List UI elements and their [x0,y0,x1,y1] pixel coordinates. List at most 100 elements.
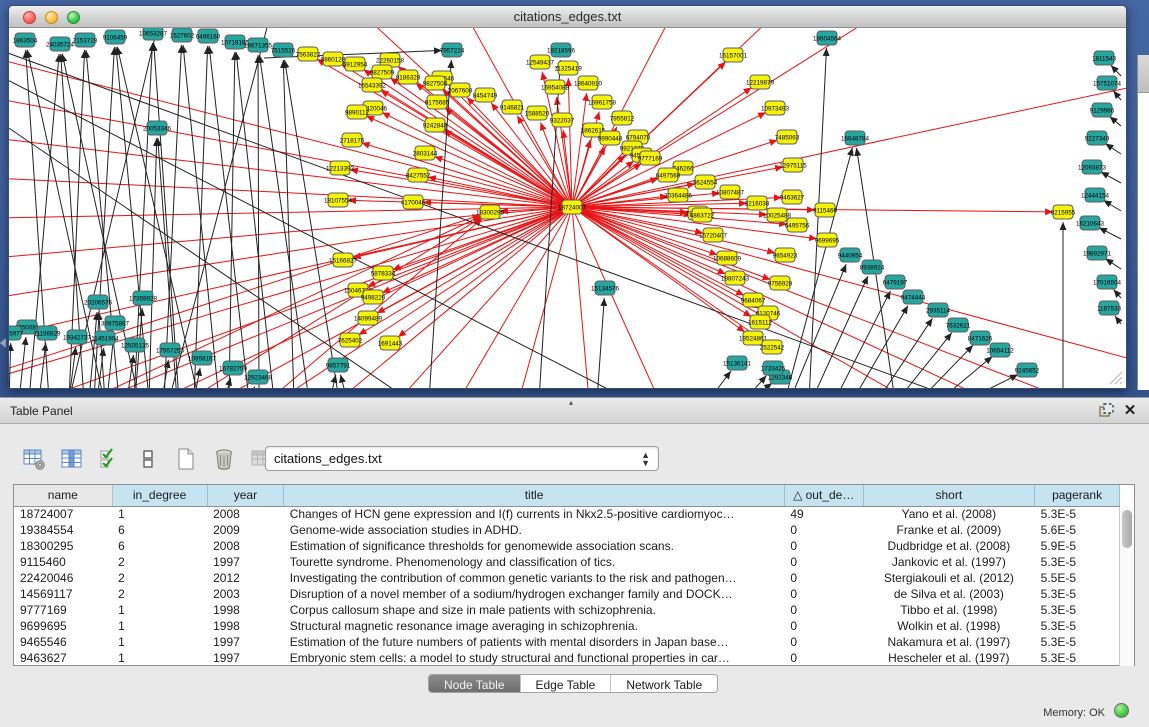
table-cell-short[interactable]: Franke et al. (2009) [863,522,1035,538]
graph-node[interactable]: 1527602 [170,28,195,42]
table-cell-in_degree[interactable]: 2 [112,570,207,586]
table-cell-pagerank[interactable]: 5.3E-5 [1035,506,1120,522]
table-cell-title[interactable]: Corpus callosum shape and size in male p… [284,602,785,618]
graph-node[interactable]: 16210643 [1076,216,1105,230]
table-selector-dropdown[interactable]: citations_edges.txt ▲▼ [265,446,659,471]
graph-node[interactable]: 14099489 [354,311,383,325]
table-cell-name[interactable]: 18300295 [14,538,112,554]
table-cell-year[interactable]: 1998 [207,618,284,634]
table-cell-in_degree[interactable]: 2 [112,586,207,602]
table-cell-pagerank[interactable]: 5.9E-5 [1035,538,1120,554]
table-cell-short[interactable]: Jankovic et al. (1997) [863,554,1035,570]
table-cell-year[interactable]: 2012 [207,570,284,586]
graph-node[interactable]: 10807487 [716,185,745,199]
graph-node[interactable]: 4170046 [401,195,426,209]
table-cell-out_degree[interactable]: 0 [784,650,863,666]
graph-node[interactable]: 9175685 [425,95,450,109]
table-cell-short[interactable]: Stergiakouli et al. (2012) [863,570,1035,586]
graph-node[interactable]: 8216038 [745,196,770,210]
graph-node[interactable]: 7563822 [296,47,321,61]
table-cell-title[interactable]: Tourette syndrome. Phenomenology and cla… [284,554,785,570]
column-header-in_degree[interactable]: in_degree [112,485,207,506]
graph-node[interactable]: 20053346 [143,121,172,135]
graph-node[interactable]: 1733426 [761,361,786,375]
graph-node[interactable]: 9756928 [768,276,793,290]
graph-node[interactable]: 7515526 [271,43,296,57]
column-header-year[interactable]: year [207,485,284,506]
table-cell-pagerank[interactable]: 5.3E-5 [1035,634,1120,650]
graph-node[interactable]: 2803144 [413,146,438,160]
float-panel-button[interactable] [1097,403,1115,421]
tab-edge-table[interactable]: Edge Table [520,675,611,692]
table-cell-pagerank[interactable]: 5.3E-5 [1035,554,1120,570]
graph-node[interactable]: 9245652 [1015,363,1040,377]
table-cell-title[interactable]: Changes of HCN gene expression and I(f) … [284,506,785,522]
delete-button[interactable] [210,445,240,473]
table-cell-short[interactable]: Tibbo et al. (1998) [863,602,1035,618]
graph-node[interactable]: 9890112 [345,105,370,119]
graph-node[interactable]: 8471626 [968,331,993,345]
graph-node[interactable]: 2522542 [760,340,785,354]
table-options-button[interactable] [20,445,50,473]
graph-node[interactable]: 12975115 [779,158,807,172]
graph-node[interactable]: 8215955 [1051,205,1076,219]
graph-node[interactable]: 19892971 [1083,246,1112,260]
table-panel-header[interactable]: Table Panel ▴ ✕ [0,397,1149,424]
graph-node[interactable]: 7485063 [775,130,800,144]
scrollbar-thumb[interactable] [1122,510,1132,548]
graph-node[interactable]: 18300295 [476,205,505,219]
graph-node[interactable]: 9827509 [370,65,395,79]
table-cell-year[interactable]: 1997 [207,554,284,570]
graph-node[interactable]: 8427552 [406,168,431,182]
graph-node[interactable]: 9827508 [423,76,448,90]
graph-node[interactable]: 18107554 [324,193,353,207]
table-cell-pagerank[interactable]: 5.6E-5 [1035,522,1120,538]
graph-node[interactable]: 15720407 [699,228,728,242]
table-cell-year[interactable]: 1997 [207,634,284,650]
graph-node[interactable]: 12219879 [746,75,775,89]
graph-node[interactable]: 11325419 [554,61,582,75]
table-row[interactable]: 1872400712008Changes of HCN gene express… [14,506,1120,522]
graph-node[interactable]: 16543392 [358,78,387,92]
graph-node[interactable]: 9106459 [103,30,128,44]
table-cell-pagerank[interactable]: 5.3E-5 [1035,650,1120,666]
panel-collapse-arrow-icon[interactable] [0,338,6,348]
graph-node[interactable]: 15751074 [1093,76,1122,90]
table-cell-title[interactable]: Embryonic stem cells: a model to study s… [284,650,785,666]
graph-node[interactable]: 12213393 [326,161,355,175]
network-window-titlebar[interactable]: citations_edges.txt [9,6,1126,28]
table-cell-year[interactable]: 2008 [207,506,284,522]
table-cell-out_degree[interactable]: 0 [784,554,863,570]
table-cell-name[interactable]: 9699695 [14,618,112,634]
select-checks-button[interactable] [96,445,126,473]
tab-network-table[interactable]: Network Table [610,675,717,692]
graph-node[interactable]: 9498220 [361,290,386,304]
graph-node[interactable]: 12093873 [1078,160,1107,174]
graph-node[interactable]: 8938924 [860,260,885,274]
graph-node[interactable]: 2067608 [448,83,473,97]
graph-node[interactable]: 15166827 [329,253,358,267]
graph-node[interactable]: 9440954 [838,248,863,262]
graph-node[interactable]: 9146821 [500,100,525,114]
network-canvas[interactable]: 1863504240357242153728910645910653287152… [9,28,1126,388]
graph-node[interactable]: 16157001 [719,48,748,62]
table-cell-name[interactable]: 9777169 [14,602,112,618]
table-row[interactable]: 1830029562008Estimation of significance … [14,538,1120,554]
column-header-name[interactable]: name [14,485,112,506]
graph-node[interactable]: 15136141 [723,356,752,370]
table-cell-in_degree[interactable]: 1 [112,618,207,634]
graph-node[interactable]: 12549437 [526,55,555,69]
table-cell-pagerank[interactable]: 5.5E-5 [1035,570,1120,586]
table-cell-in_degree[interactable]: 6 [112,522,207,538]
splitter-handle[interactable]: ▴ [569,398,573,407]
table-cell-title[interactable]: Genome-wide association studies in ADHD. [284,522,785,538]
graph-node[interactable]: 18604564 [813,31,842,45]
table-cell-name[interactable]: 14569117 [14,586,112,602]
graph-node[interactable]: 10973493 [761,101,790,115]
table-cell-title[interactable]: Estimation of the future numbers of pati… [284,634,785,650]
graph-node[interactable]: 18724007 [558,200,587,214]
graph-node[interactable]: 20206576 [84,295,113,309]
graph-node[interactable]: 1811543 [1092,51,1117,65]
graph-node[interactable]: 3624554 [693,175,718,189]
table-cell-short[interactable]: Yano et al. (2008) [863,506,1035,522]
